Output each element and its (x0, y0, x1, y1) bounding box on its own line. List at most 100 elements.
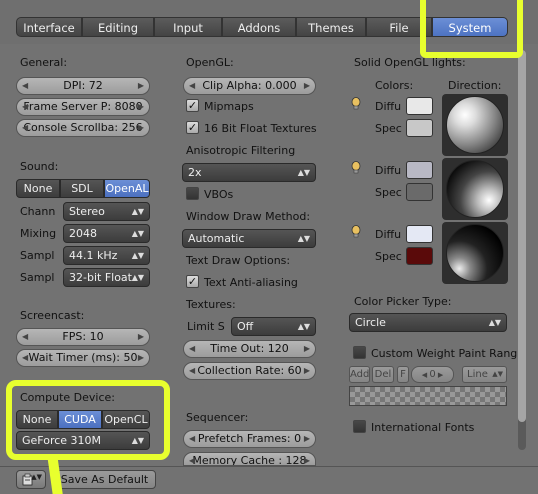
updown-arrows-icon: ▲▼ (131, 229, 144, 238)
colorband-delete-button[interactable]: Del (372, 366, 394, 383)
international-fonts-label: International Fonts (371, 421, 475, 434)
texture-timeout-field[interactable]: ◀ Time Out: 120 ▶ (183, 340, 316, 358)
light1-specular-swatch[interactable] (406, 119, 433, 137)
light1-diffuse-swatch[interactable] (406, 97, 433, 115)
sample-rate-label: Sampl (20, 249, 55, 262)
color-picker-type-dropdown[interactable]: Circle ▲▼ (349, 313, 507, 332)
mixing-buffer-label: Mixing (20, 227, 57, 240)
decrement-arrow-icon[interactable]: ◀ (189, 453, 195, 465)
texture-limit-dropdown[interactable]: Off ▲▼ (231, 317, 316, 336)
colorband-add-button[interactable]: Add (349, 366, 370, 383)
tab-editing[interactable]: Editing (82, 17, 154, 37)
light3-diffuse-swatch[interactable] (406, 225, 433, 243)
screencast-heading: Screencast: (20, 309, 85, 322)
increment-arrow-icon[interactable]: ▶ (304, 431, 310, 447)
save-as-default-button[interactable]: Save As Default (53, 470, 156, 489)
light3-specular-swatch[interactable] (406, 247, 433, 265)
wait-timer-field[interactable]: ◀ Wait Timer (ms): 50 ▶ (16, 349, 150, 367)
decrement-arrow-icon[interactable]: ◀ (22, 78, 28, 94)
increment-arrow-icon[interactable]: ▶ (138, 78, 144, 94)
increment-arrow-icon[interactable]: ▶ (138, 329, 144, 345)
console-scrollback-field[interactable]: ◀ Console Scrollba: 256 ▶ (16, 119, 150, 137)
compute-device-highlight (6, 380, 170, 460)
light-bulb-icon[interactable] (351, 225, 361, 238)
international-fonts-checkbox[interactable] (353, 420, 366, 433)
increment-arrow-icon[interactable]: ▶ (304, 363, 310, 379)
tab-interface[interactable]: Interface (16, 17, 82, 37)
sound-device-openal[interactable]: OpenAL (104, 179, 150, 198)
decrement-arrow-icon[interactable]: ◀ (22, 329, 28, 345)
light1-direction-sphere[interactable] (446, 96, 504, 154)
light2-direction-sphere[interactable] (446, 160, 504, 218)
vbos-checkbox[interactable] (186, 187, 199, 200)
light3-direction-sphere[interactable] (446, 224, 504, 282)
checkmark-icon: ✓ (187, 99, 198, 112)
tab-addons[interactable]: Addons (222, 17, 296, 37)
increment-arrow-icon[interactable]: ▶ (304, 453, 310, 465)
light2-specular-swatch[interactable] (406, 183, 433, 201)
clip-alpha-field[interactable]: ◀ Clip Alpha: 0.000 ▶ (183, 77, 316, 95)
specular-label: Spec (375, 122, 402, 135)
decrement-arrow-icon[interactable]: ◀ (22, 350, 28, 366)
system-tab-highlight (420, 0, 523, 58)
updown-arrows-icon: ▲▼ (492, 370, 503, 378)
text-antialiasing-checkbox[interactable]: ✓ (186, 275, 199, 288)
updown-arrows-icon: ▲▼ (488, 318, 501, 327)
scrollbar-thumb[interactable] (518, 50, 526, 422)
decrement-arrow-icon[interactable]: ◀ (189, 431, 195, 447)
custom-weight-paint-checkbox[interactable] (353, 346, 366, 359)
collection-rate-field[interactable]: ◀ Collection Rate: 60 ▶ (183, 362, 316, 380)
channels-dropdown[interactable]: Stereo ▲▼ (63, 202, 150, 221)
editor-type-menu[interactable]: ▲▼ (16, 470, 46, 489)
decrement-arrow-icon[interactable]: ◀ (22, 120, 28, 136)
prefetch-frames-field[interactable]: ◀ Prefetch Frames: 0 ▶ (183, 430, 316, 448)
float-textures-checkbox[interactable]: ✓ (186, 121, 199, 134)
decrement-arrow-icon[interactable]: ◀ (22, 99, 28, 115)
window-draw-method-dropdown[interactable]: Automatic ▲▼ (182, 229, 316, 248)
float-textures-label: 16 Bit Float Textures (204, 122, 317, 135)
sound-device-sdl[interactable]: SDL (60, 179, 104, 198)
light2-diffuse-swatch[interactable] (406, 161, 433, 179)
sample-rate-dropdown[interactable]: 44.1 kHz ▲▼ (63, 246, 150, 265)
colorband-index-field[interactable]: ◀ 0 ▶ (411, 366, 454, 383)
decrement-arrow-icon[interactable]: ◀ (189, 341, 195, 357)
channels-label: Chann (20, 205, 56, 218)
colors-label: Colors: (375, 79, 414, 92)
decrement-arrow-icon[interactable]: ◀ (189, 78, 195, 94)
updown-arrows-icon: ▲▼ (297, 168, 310, 177)
frame-server-port-field[interactable]: ◀ Frame Server P: 8080 ▶ (16, 98, 150, 116)
increment-arrow-icon[interactable]: ▶ (304, 78, 310, 94)
custom-weight-paint-label: Custom Weight Paint Rang (371, 347, 518, 360)
light-bulb-icon[interactable] (351, 97, 361, 110)
colorband-preview[interactable] (349, 386, 507, 406)
anisotropic-filtering-heading: Anisotropic Filtering (186, 144, 296, 157)
textures-heading: Textures: (186, 298, 236, 311)
memory-cache-field[interactable]: ◀ Memory Cache : 128 ▶ (183, 452, 316, 466)
increment-arrow-icon[interactable]: ▶ (138, 350, 144, 366)
text-draw-options-heading: Text Draw Options: (186, 254, 291, 267)
updown-arrows-icon: ▲▼ (297, 322, 310, 331)
tab-input[interactable]: Input (154, 17, 222, 37)
updown-arrows-icon: ▲▼ (297, 234, 310, 243)
sample-format-label: Sampl (20, 271, 55, 284)
mipmaps-checkbox[interactable]: ✓ (186, 99, 199, 112)
colorband-flip-button[interactable]: F (397, 366, 409, 383)
dpi-field[interactable]: ◀ DPI: 72 ▶ (16, 77, 150, 95)
sample-format-dropdown[interactable]: 32-bit Float ▲▼ (63, 268, 150, 287)
increment-arrow-icon[interactable]: ▶ (138, 120, 144, 136)
decrement-arrow-icon[interactable]: ◀ (189, 363, 195, 379)
screencast-fps-field[interactable]: ◀ FPS: 10 ▶ (16, 328, 150, 346)
light-bulb-icon[interactable] (351, 161, 361, 174)
anisotropic-filtering-dropdown[interactable]: 2x ▲▼ (182, 163, 316, 182)
increment-arrow-icon[interactable]: ▶ (304, 341, 310, 357)
increment-arrow-icon[interactable]: ▶ (138, 99, 144, 115)
diffuse-label: Diffu (375, 100, 402, 113)
tab-themes[interactable]: Themes (296, 17, 366, 37)
opengl-heading: OpenGL: (186, 56, 234, 69)
diffuse-label: Diffu (375, 164, 402, 177)
colorband-interpolation-dropdown[interactable]: Line ▲▼ (462, 366, 507, 383)
sound-device-none[interactable]: None (16, 179, 60, 198)
diffuse-label: Diffu (375, 228, 402, 241)
mixing-buffer-dropdown[interactable]: 2048 ▲▼ (63, 224, 150, 243)
increment-arrow-icon[interactable]: ▶ (436, 371, 443, 379)
